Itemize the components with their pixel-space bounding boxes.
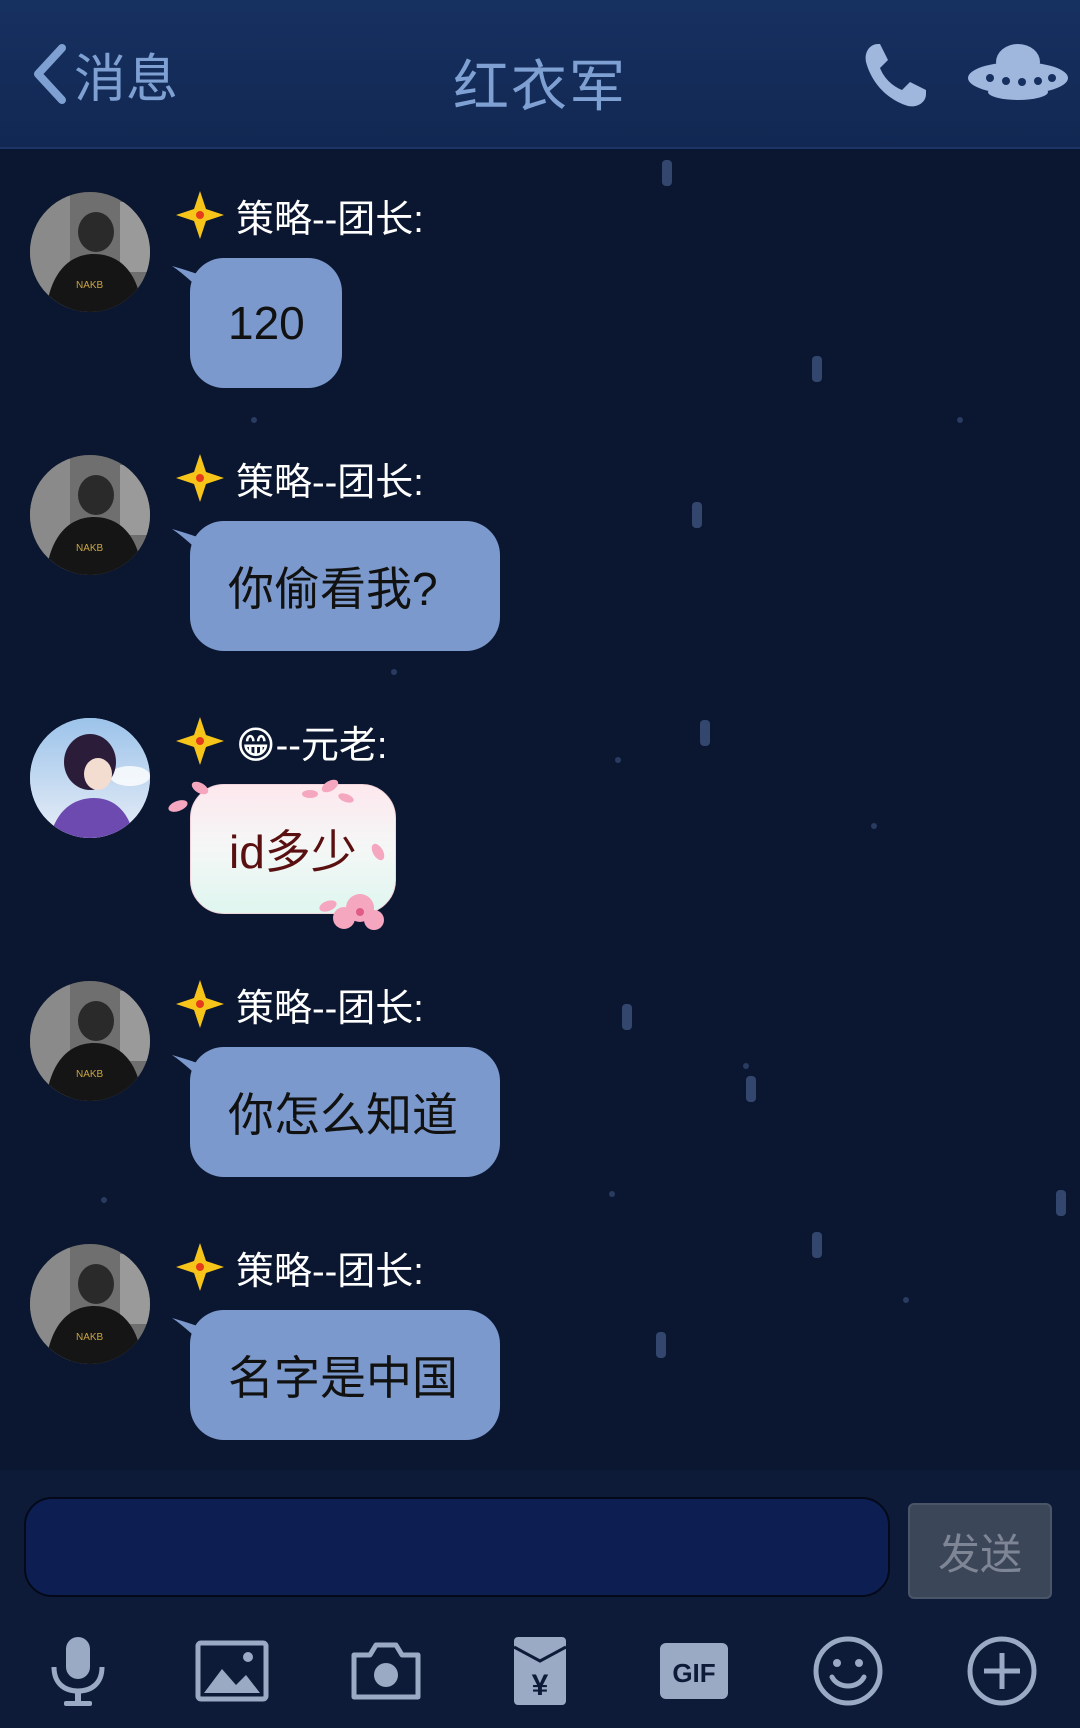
- message-bubble[interactable]: 你偷看我?: [190, 521, 500, 651]
- yuan-label: ¥: [532, 1669, 549, 1702]
- input-bar: 发送 ¥ GIF: [0, 1470, 1080, 1728]
- avatar[interactable]: [30, 718, 150, 838]
- message-text: 你偷看我?: [228, 563, 438, 615]
- avatar[interactable]: NAKB: [30, 192, 150, 312]
- ufo-icon[interactable]: [966, 40, 1070, 102]
- message-input[interactable]: [24, 1497, 890, 1597]
- image-icon[interactable]: [194, 1633, 270, 1709]
- sender-name: 策略--团长:: [236, 1250, 424, 1293]
- svg-text:NAKB: NAKB: [76, 1332, 104, 1343]
- message-text: 你怎么知道: [228, 1089, 458, 1141]
- header-bar: 消息 红衣军: [0, 0, 1080, 149]
- avatar-anime-icon: [30, 718, 150, 838]
- star-badge-icon: [176, 191, 224, 239]
- star-badge-icon: [176, 717, 224, 765]
- emoji-icon[interactable]: [810, 1633, 886, 1709]
- message-bubble[interactable]: 120: [190, 258, 342, 388]
- message-bubble[interactable]: 你怎么知道: [190, 1047, 500, 1177]
- star-badge-icon: [176, 1243, 224, 1291]
- sender-name: 😁--元老:: [236, 724, 388, 767]
- message-bubble[interactable]: 名字是中国: [190, 1310, 500, 1440]
- red-packet-icon[interactable]: ¥: [502, 1633, 578, 1709]
- svg-text:NAKB: NAKB: [76, 1069, 104, 1080]
- avatar[interactable]: NAKB: [30, 1244, 150, 1364]
- send-button[interactable]: 发送: [908, 1503, 1052, 1599]
- gif-label: GIF: [672, 1658, 715, 1688]
- avatar-photo-icon: NAKB: [30, 455, 150, 575]
- svg-text:NAKB: NAKB: [76, 543, 104, 554]
- avatar-photo-icon: NAKB: [30, 192, 150, 312]
- message-text: 名字是中国: [228, 1352, 458, 1404]
- svg-text:NAKB: NAKB: [76, 280, 104, 291]
- avatar[interactable]: NAKB: [30, 455, 150, 575]
- gif-icon[interactable]: GIF: [656, 1633, 732, 1709]
- sakura-petal-decoration-icon: [168, 779, 385, 930]
- avatar-photo-icon: NAKB: [30, 1244, 150, 1364]
- star-badge-icon: [176, 980, 224, 1028]
- sender-name: 策略--团长:: [236, 987, 424, 1030]
- microphone-icon[interactable]: [40, 1633, 116, 1709]
- star-badge-icon: [176, 454, 224, 502]
- plus-icon[interactable]: [964, 1633, 1040, 1709]
- phone-icon[interactable]: [860, 40, 930, 110]
- camera-icon[interactable]: [348, 1633, 424, 1709]
- avatar-photo-icon: NAKB: [30, 981, 150, 1101]
- sender-name: 策略--团长:: [236, 198, 424, 241]
- message-text: 120: [228, 297, 305, 349]
- avatar[interactable]: NAKB: [30, 981, 150, 1101]
- sender-name: 策略--团长:: [236, 461, 424, 504]
